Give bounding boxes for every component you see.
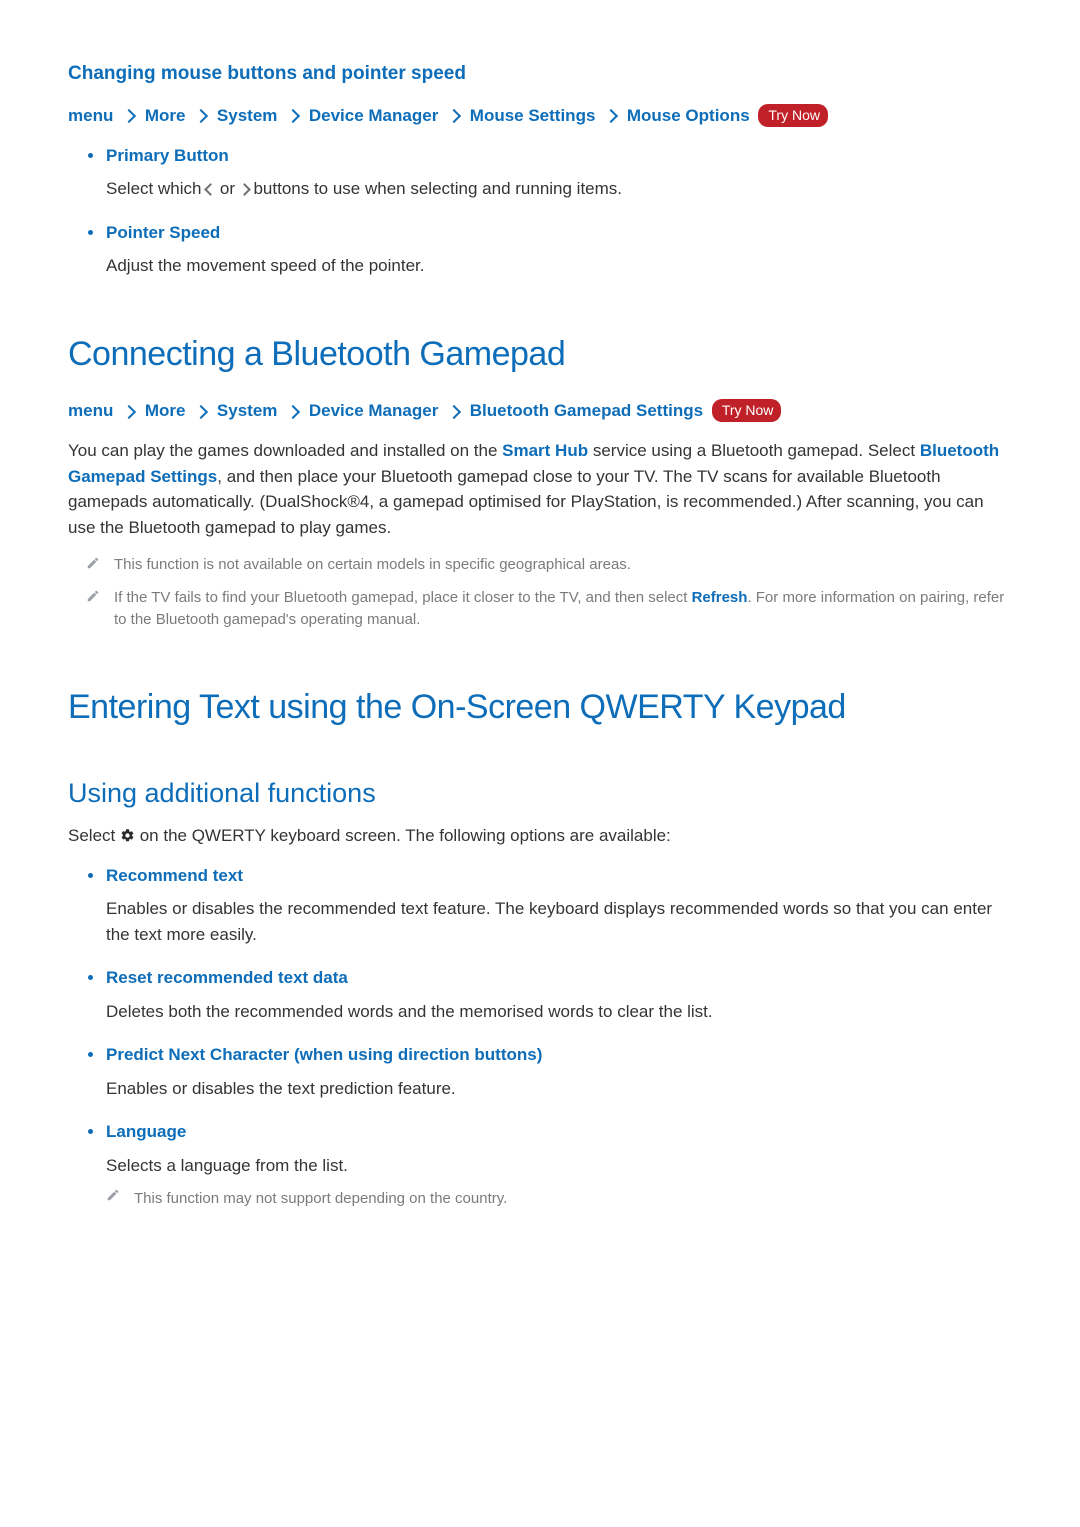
list-item: Reset recommended text data Deletes both… <box>106 965 1012 1024</box>
crumb-mouse-settings[interactable]: Mouse Settings <box>470 106 596 125</box>
chevron-left-icon <box>206 179 215 198</box>
option-desc: Enables or disables the recommended text… <box>106 896 1012 947</box>
gear-icon <box>120 826 135 845</box>
chevron-right-icon <box>124 399 134 425</box>
chevron-right-icon <box>606 103 616 129</box>
list-item: Language Selects a language from the lis… <box>106 1119 1012 1211</box>
try-now-button[interactable]: Try Now <box>758 104 828 127</box>
list-item: Recommend text Enables or disables the r… <box>106 863 1012 948</box>
option-title-pointer-speed: Pointer Speed <box>106 220 1012 246</box>
paragraph: Select on the QWERTY keyboard screen. Th… <box>68 823 1012 849</box>
pencil-icon <box>86 589 100 632</box>
section-heading-mouse: Changing mouse buttons and pointer speed <box>68 60 1012 89</box>
chevron-right-icon <box>196 103 206 129</box>
chevron-right-icon <box>449 103 459 129</box>
breadcrumb-gamepad: menu More System Device Manager Bluetoot… <box>68 398 1012 424</box>
chevron-right-icon <box>196 399 206 425</box>
qwerty-options-list: Recommend text Enables or disables the r… <box>68 863 1012 1211</box>
note: If the TV fails to find your Bluetooth g… <box>68 587 1012 632</box>
option-title-predict-next: Predict Next Character (when using direc… <box>106 1042 1012 1068</box>
option-desc: Adjust the movement speed of the pointer… <box>106 253 1012 279</box>
crumb-device-manager[interactable]: Device Manager <box>309 106 438 125</box>
option-desc: Select which or buttons to use when sele… <box>106 176 1012 202</box>
crumb-system[interactable]: System <box>217 106 277 125</box>
crumb-more[interactable]: More <box>145 401 186 420</box>
crumb-more[interactable]: More <box>145 106 186 125</box>
text: buttons to use when selecting and runnin… <box>249 179 622 198</box>
chevron-right-icon <box>124 103 134 129</box>
text: or <box>215 179 240 198</box>
link-refresh[interactable]: Refresh <box>692 589 748 606</box>
pencil-icon <box>86 556 100 577</box>
option-desc: Deletes both the recommended words and t… <box>106 999 1012 1025</box>
breadcrumb-mouse: menu More System Device Manager Mouse Se… <box>68 103 1012 129</box>
chevron-right-icon <box>449 399 459 425</box>
pencil-icon <box>106 1188 120 1211</box>
option-title-reset-recommended: Reset recommended text data <box>106 965 1012 991</box>
list-item: Primary Button Select which or buttons t… <box>106 143 1012 202</box>
note: This function may not support depending … <box>106 1188 1012 1211</box>
section-heading-qwerty: Entering Text using the On-Screen QWERTY… <box>68 682 1012 733</box>
crumb-menu[interactable]: menu <box>68 401 113 420</box>
option-title-language: Language <box>106 1119 1012 1145</box>
subsection-heading-additional: Using additional functions <box>68 773 1012 814</box>
chevron-right-icon <box>288 103 298 129</box>
text: Select which <box>106 179 206 198</box>
try-now-button[interactable]: Try Now <box>712 399 782 422</box>
note-text: This function is not available on certai… <box>114 554 631 577</box>
option-title-primary-button: Primary Button <box>106 143 1012 169</box>
link-smart-hub[interactable]: Smart Hub <box>502 441 588 460</box>
section-heading-gamepad: Connecting a Bluetooth Gamepad <box>68 329 1012 380</box>
text: service using a Bluetooth gamepad. Selec… <box>588 441 920 460</box>
chevron-right-icon <box>288 399 298 425</box>
crumb-mouse-options[interactable]: Mouse Options <box>627 106 750 125</box>
crumb-bt-gamepad-settings[interactable]: Bluetooth Gamepad Settings <box>470 401 703 420</box>
list-item: Pointer Speed Adjust the movement speed … <box>106 220 1012 279</box>
note: This function is not available on certai… <box>68 554 1012 577</box>
mouse-options-list: Primary Button Select which or buttons t… <box>68 143 1012 279</box>
option-title-recommend-text: Recommend text <box>106 863 1012 889</box>
paragraph: You can play the games downloaded and in… <box>68 438 1012 540</box>
text: If the TV fails to find your Bluetooth g… <box>114 589 692 606</box>
text: You can play the games downloaded and in… <box>68 441 502 460</box>
text: Select <box>68 826 120 845</box>
list-item: Predict Next Character (when using direc… <box>106 1042 1012 1101</box>
option-desc: Enables or disables the text prediction … <box>106 1076 1012 1102</box>
option-desc: Selects a language from the list. <box>106 1153 1012 1179</box>
crumb-system[interactable]: System <box>217 401 277 420</box>
note-text: If the TV fails to find your Bluetooth g… <box>114 587 1012 632</box>
note-text: This function may not support depending … <box>134 1188 507 1211</box>
crumb-menu[interactable]: menu <box>68 106 113 125</box>
text: on the QWERTY keyboard screen. The follo… <box>135 826 671 845</box>
crumb-device-manager[interactable]: Device Manager <box>309 401 438 420</box>
chevron-right-icon <box>240 179 249 198</box>
